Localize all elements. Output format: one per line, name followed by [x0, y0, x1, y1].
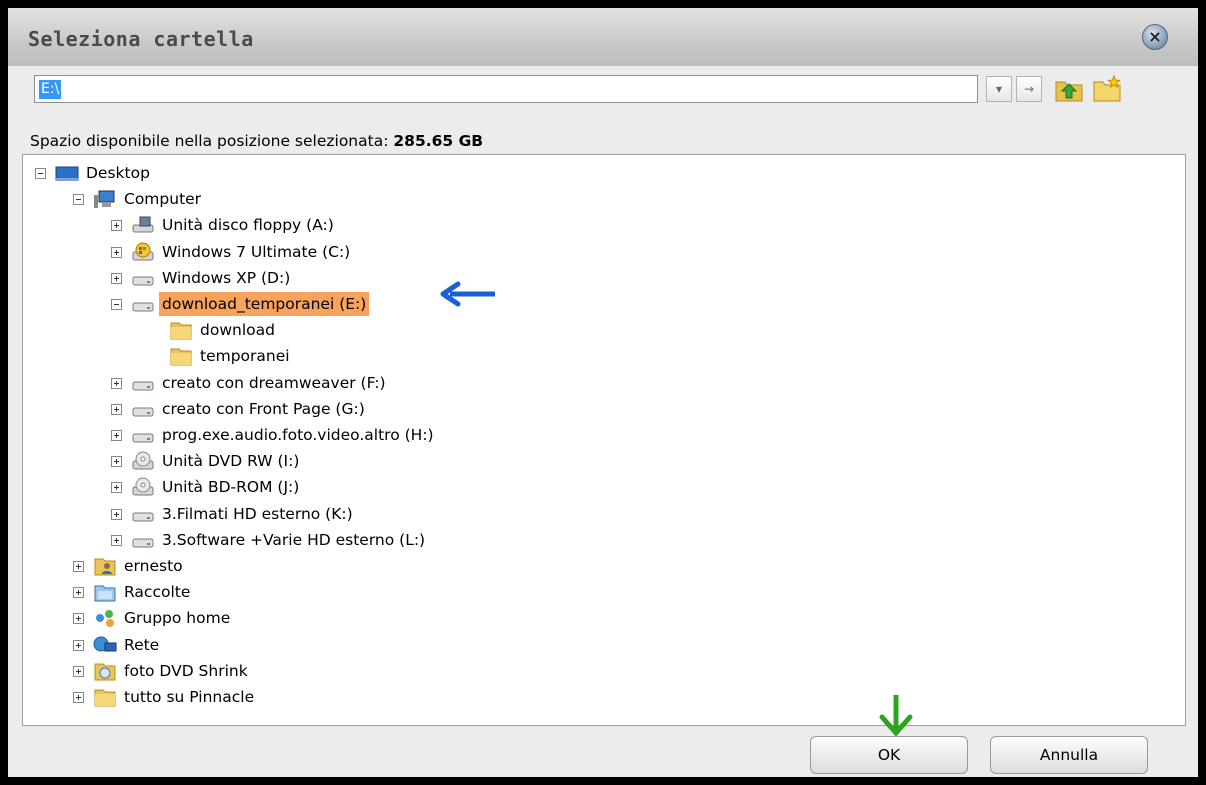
- hard-drive-icon: [131, 294, 155, 314]
- expand-icon[interactable]: [73, 587, 84, 599]
- expand-icon[interactable]: [111, 430, 122, 441]
- tree-item-label: creato con Front Page (G:): [162, 399, 365, 418]
- homegroup-icon: [93, 608, 117, 628]
- close-button[interactable]: ×: [1142, 24, 1168, 50]
- ok-button[interactable]: OK: [810, 736, 968, 774]
- ok-button-label: OK: [877, 746, 901, 764]
- tree-item-label: Desktop: [86, 164, 150, 182]
- title-bar[interactable]: Seleziona cartella ×: [8, 8, 1198, 66]
- expand-icon[interactable]: [73, 613, 84, 625]
- network-icon: [93, 635, 117, 655]
- expand-icon[interactable]: [73, 692, 84, 703]
- dvd-drive-icon: [131, 451, 155, 471]
- expand-icon[interactable]: [111, 482, 122, 494]
- tree-item-label: Unità DVD RW (I:): [162, 452, 300, 471]
- tree-item-label: ernesto: [124, 557, 183, 575]
- tree-item-label: creato con dreamweaver (F:): [162, 373, 386, 392]
- tree-item-label: Computer: [124, 190, 202, 209]
- green-arrow-annotation: [879, 695, 913, 737]
- cancel-button[interactable]: Annulla: [990, 736, 1148, 774]
- path-bar: E:\ ▾ →: [34, 72, 1170, 110]
- libraries-icon: [93, 582, 117, 602]
- tree-item-label: Unità disco floppy (A:): [162, 216, 334, 235]
- arrow-right-icon: →: [1023, 82, 1035, 96]
- hard-drive-icon: [131, 399, 155, 419]
- available-space-value: 285.65 GB: [393, 132, 484, 150]
- expand-icon[interactable]: [111, 272, 122, 284]
- tree-item-label: Unità BD-ROM (J:): [162, 478, 300, 497]
- expand-icon[interactable]: [111, 508, 122, 520]
- hard-drive-icon: [131, 504, 155, 524]
- expand-icon[interactable]: [111, 534, 122, 546]
- computer-icon: [93, 189, 117, 209]
- photo-folder-icon: [93, 661, 117, 681]
- tree-item-label: prog.exe.audio.foto.video.altro (H:): [162, 426, 434, 444]
- tree-item-label: temporanei: [200, 347, 290, 366]
- tree-item-label: Windows XP (D:): [162, 268, 291, 287]
- new-folder-icon[interactable]: [1092, 74, 1122, 104]
- expand-icon[interactable]: [73, 639, 84, 651]
- expand-icon[interactable]: [111, 403, 122, 415]
- path-dropdown-button[interactable]: ▾: [986, 76, 1012, 102]
- expand-icon[interactable]: [73, 665, 84, 677]
- tree-item-label: Rete: [124, 635, 160, 654]
- close-icon: ×: [1148, 27, 1162, 46]
- collapse-icon[interactable]: [35, 168, 46, 179]
- tree-item-label: Gruppo home: [124, 609, 231, 628]
- tree-item-label: Windows 7 Ultimate (C:): [162, 242, 351, 261]
- up-folder-icon[interactable]: [1054, 74, 1084, 104]
- folder-icon: [169, 320, 193, 340]
- path-input-value: E:\: [39, 80, 62, 99]
- collapse-icon[interactable]: [111, 299, 122, 310]
- blue-arrow-annotation: [440, 281, 495, 307]
- cancel-button-label: Annulla: [1039, 746, 1099, 764]
- expand-icon[interactable]: [111, 220, 122, 232]
- folder-select-dialog: Seleziona cartella × E:\ ▾ → Spazio disp…: [8, 8, 1198, 777]
- tree-item-label: 3.Filmati HD esterno (K:): [162, 504, 353, 523]
- tree-item-label: 3.Software +Varie HD esterno (L:): [162, 530, 426, 549]
- tree-item-label: download: [200, 321, 275, 340]
- floppy-drive-icon: [131, 215, 155, 235]
- path-input[interactable]: E:\: [34, 75, 978, 103]
- available-space-label: Spazio disponibile nella posizione selez…: [30, 132, 389, 150]
- windows-drive-icon: [131, 242, 155, 262]
- hard-drive-icon: [131, 373, 155, 393]
- tree-item-label: download_temporanei (E:): [159, 292, 370, 316]
- available-space-info: Spazio disponibile nella posizione selez…: [30, 132, 483, 150]
- collapse-icon[interactable]: [73, 194, 84, 206]
- expand-icon[interactable]: [111, 377, 122, 389]
- hard-drive-icon: [131, 530, 155, 550]
- expand-icon[interactable]: [111, 456, 122, 468]
- desktop-icon: [55, 163, 79, 183]
- dvd-drive-icon: [131, 477, 155, 497]
- go-button[interactable]: →: [1016, 76, 1042, 102]
- user-folder-icon: [93, 556, 117, 576]
- tree-item-label: tutto su Pinnacle: [124, 688, 255, 706]
- hard-drive-icon: [131, 268, 155, 288]
- expand-icon[interactable]: [73, 561, 84, 572]
- tree-item-label: foto DVD Shrink: [124, 661, 248, 680]
- dialog-footer: OK Annulla: [8, 726, 1198, 777]
- folder-icon: [169, 346, 193, 366]
- dialog-title: Seleziona cartella: [28, 27, 254, 51]
- expand-icon[interactable]: [111, 246, 122, 258]
- chevron-down-icon: ▾: [995, 82, 1003, 96]
- tree-item-label: Raccolte: [124, 583, 191, 602]
- folder-tree[interactable]: Desktop Computer Unità disco floppy (A:) Wi…: [22, 154, 1186, 726]
- folder-icon: [93, 687, 117, 707]
- hard-drive-icon: [131, 425, 155, 445]
